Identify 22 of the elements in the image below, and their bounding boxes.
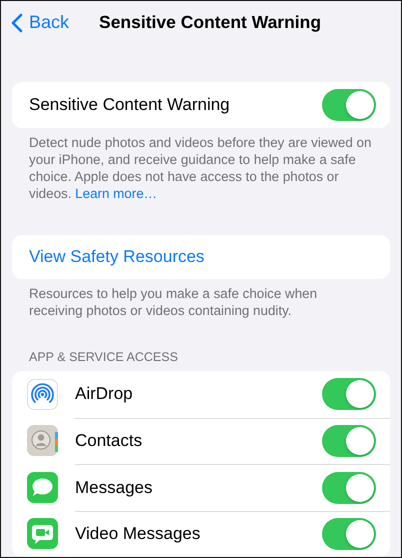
chevron-left-icon [11,12,23,33]
learn-more-link[interactable]: Learn more… [75,186,158,202]
back-button[interactable]: Back [11,12,70,34]
toggle-switch[interactable] [322,378,376,410]
video-camera-icon [27,518,58,550]
speech-bubble-icon [27,472,58,503]
view-safety-resources-link[interactable]: View Safety Resources [12,234,390,279]
section-header: APP & SERVICE ACCESS [28,350,179,366]
app-label: Messages [75,478,154,498]
app-label: AirDrop [75,384,134,404]
app-label: Video Messages [75,524,202,544]
description-text: Detect nude photos and videos before they are viewed on your iPhone, and receive guidance to help make a safe choice. Apple does not have access to the photos or videos. Learn more… [28,134,372,202]
page-title: Sensitive Content Warning [99,12,322,34]
toggle-switch[interactable] [322,518,376,550]
contacts-icon [27,425,58,456]
resources-description: Resources to help you make a safe choice when receiving photos or videos containing nudity. [28,284,318,319]
app-label: Contacts [75,431,144,452]
toggle-switch[interactable] [322,425,376,458]
toggle-switch[interactable] [322,472,376,504]
toggle-switch[interactable] [322,89,376,122]
setting-label: Sensitive Content Warning [29,95,231,116]
airdrop-icon [27,378,58,410]
